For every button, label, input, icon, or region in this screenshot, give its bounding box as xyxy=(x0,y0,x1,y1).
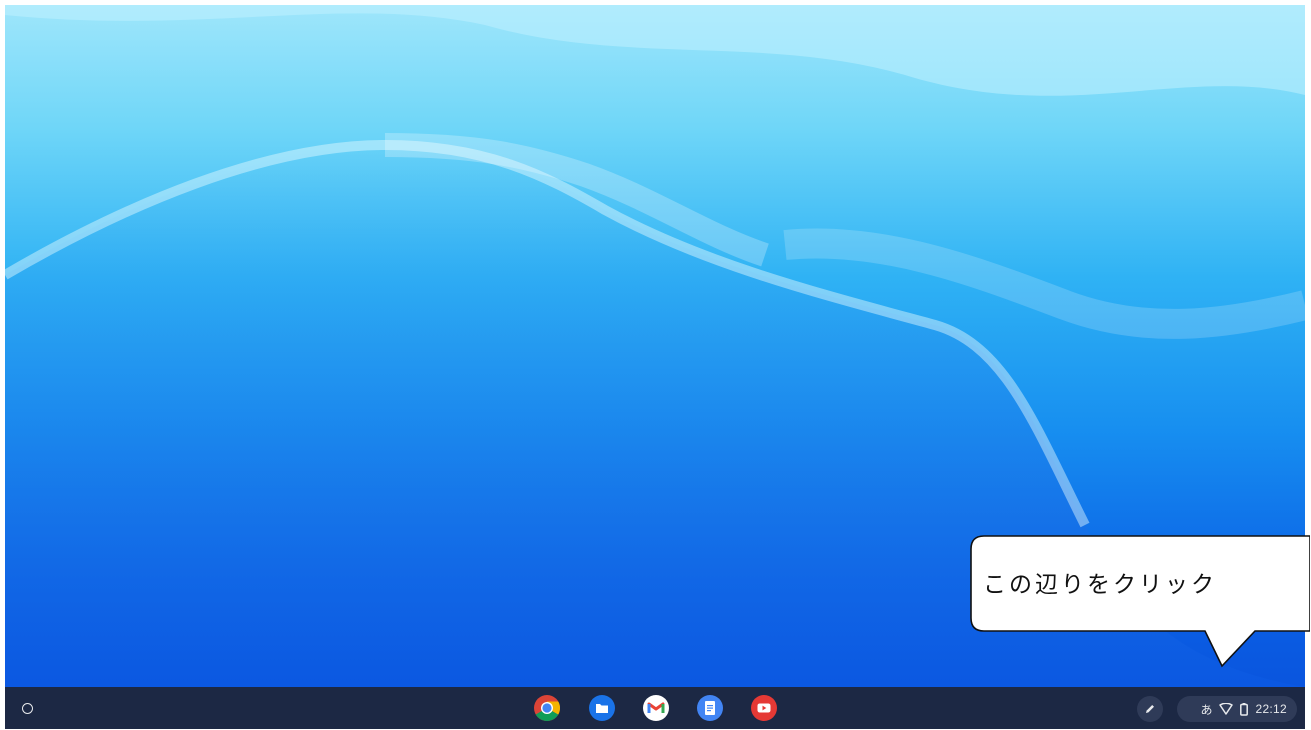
wifi-icon xyxy=(1219,703,1234,715)
youtube-app-icon[interactable] xyxy=(750,694,778,722)
battery-icon xyxy=(1240,702,1249,716)
chrome-app-icon[interactable] xyxy=(533,694,561,722)
clock: 22:12 xyxy=(1255,702,1287,716)
circle-launcher-icon xyxy=(21,702,33,714)
launcher-button[interactable] xyxy=(15,696,39,720)
status-area[interactable]: あ 22:12 xyxy=(1177,696,1297,722)
stylus-tools-button[interactable] xyxy=(1137,696,1163,722)
callout-text: この辺りをクリック xyxy=(983,572,1217,598)
files-app-icon[interactable] xyxy=(588,694,616,722)
docs-app-icon[interactable] xyxy=(696,694,724,722)
gmail-app-icon[interactable] xyxy=(642,694,670,722)
shelf: あ 22:12 xyxy=(5,687,1305,729)
pen-icon xyxy=(1146,705,1154,713)
ime-indicator: あ xyxy=(1200,702,1213,717)
